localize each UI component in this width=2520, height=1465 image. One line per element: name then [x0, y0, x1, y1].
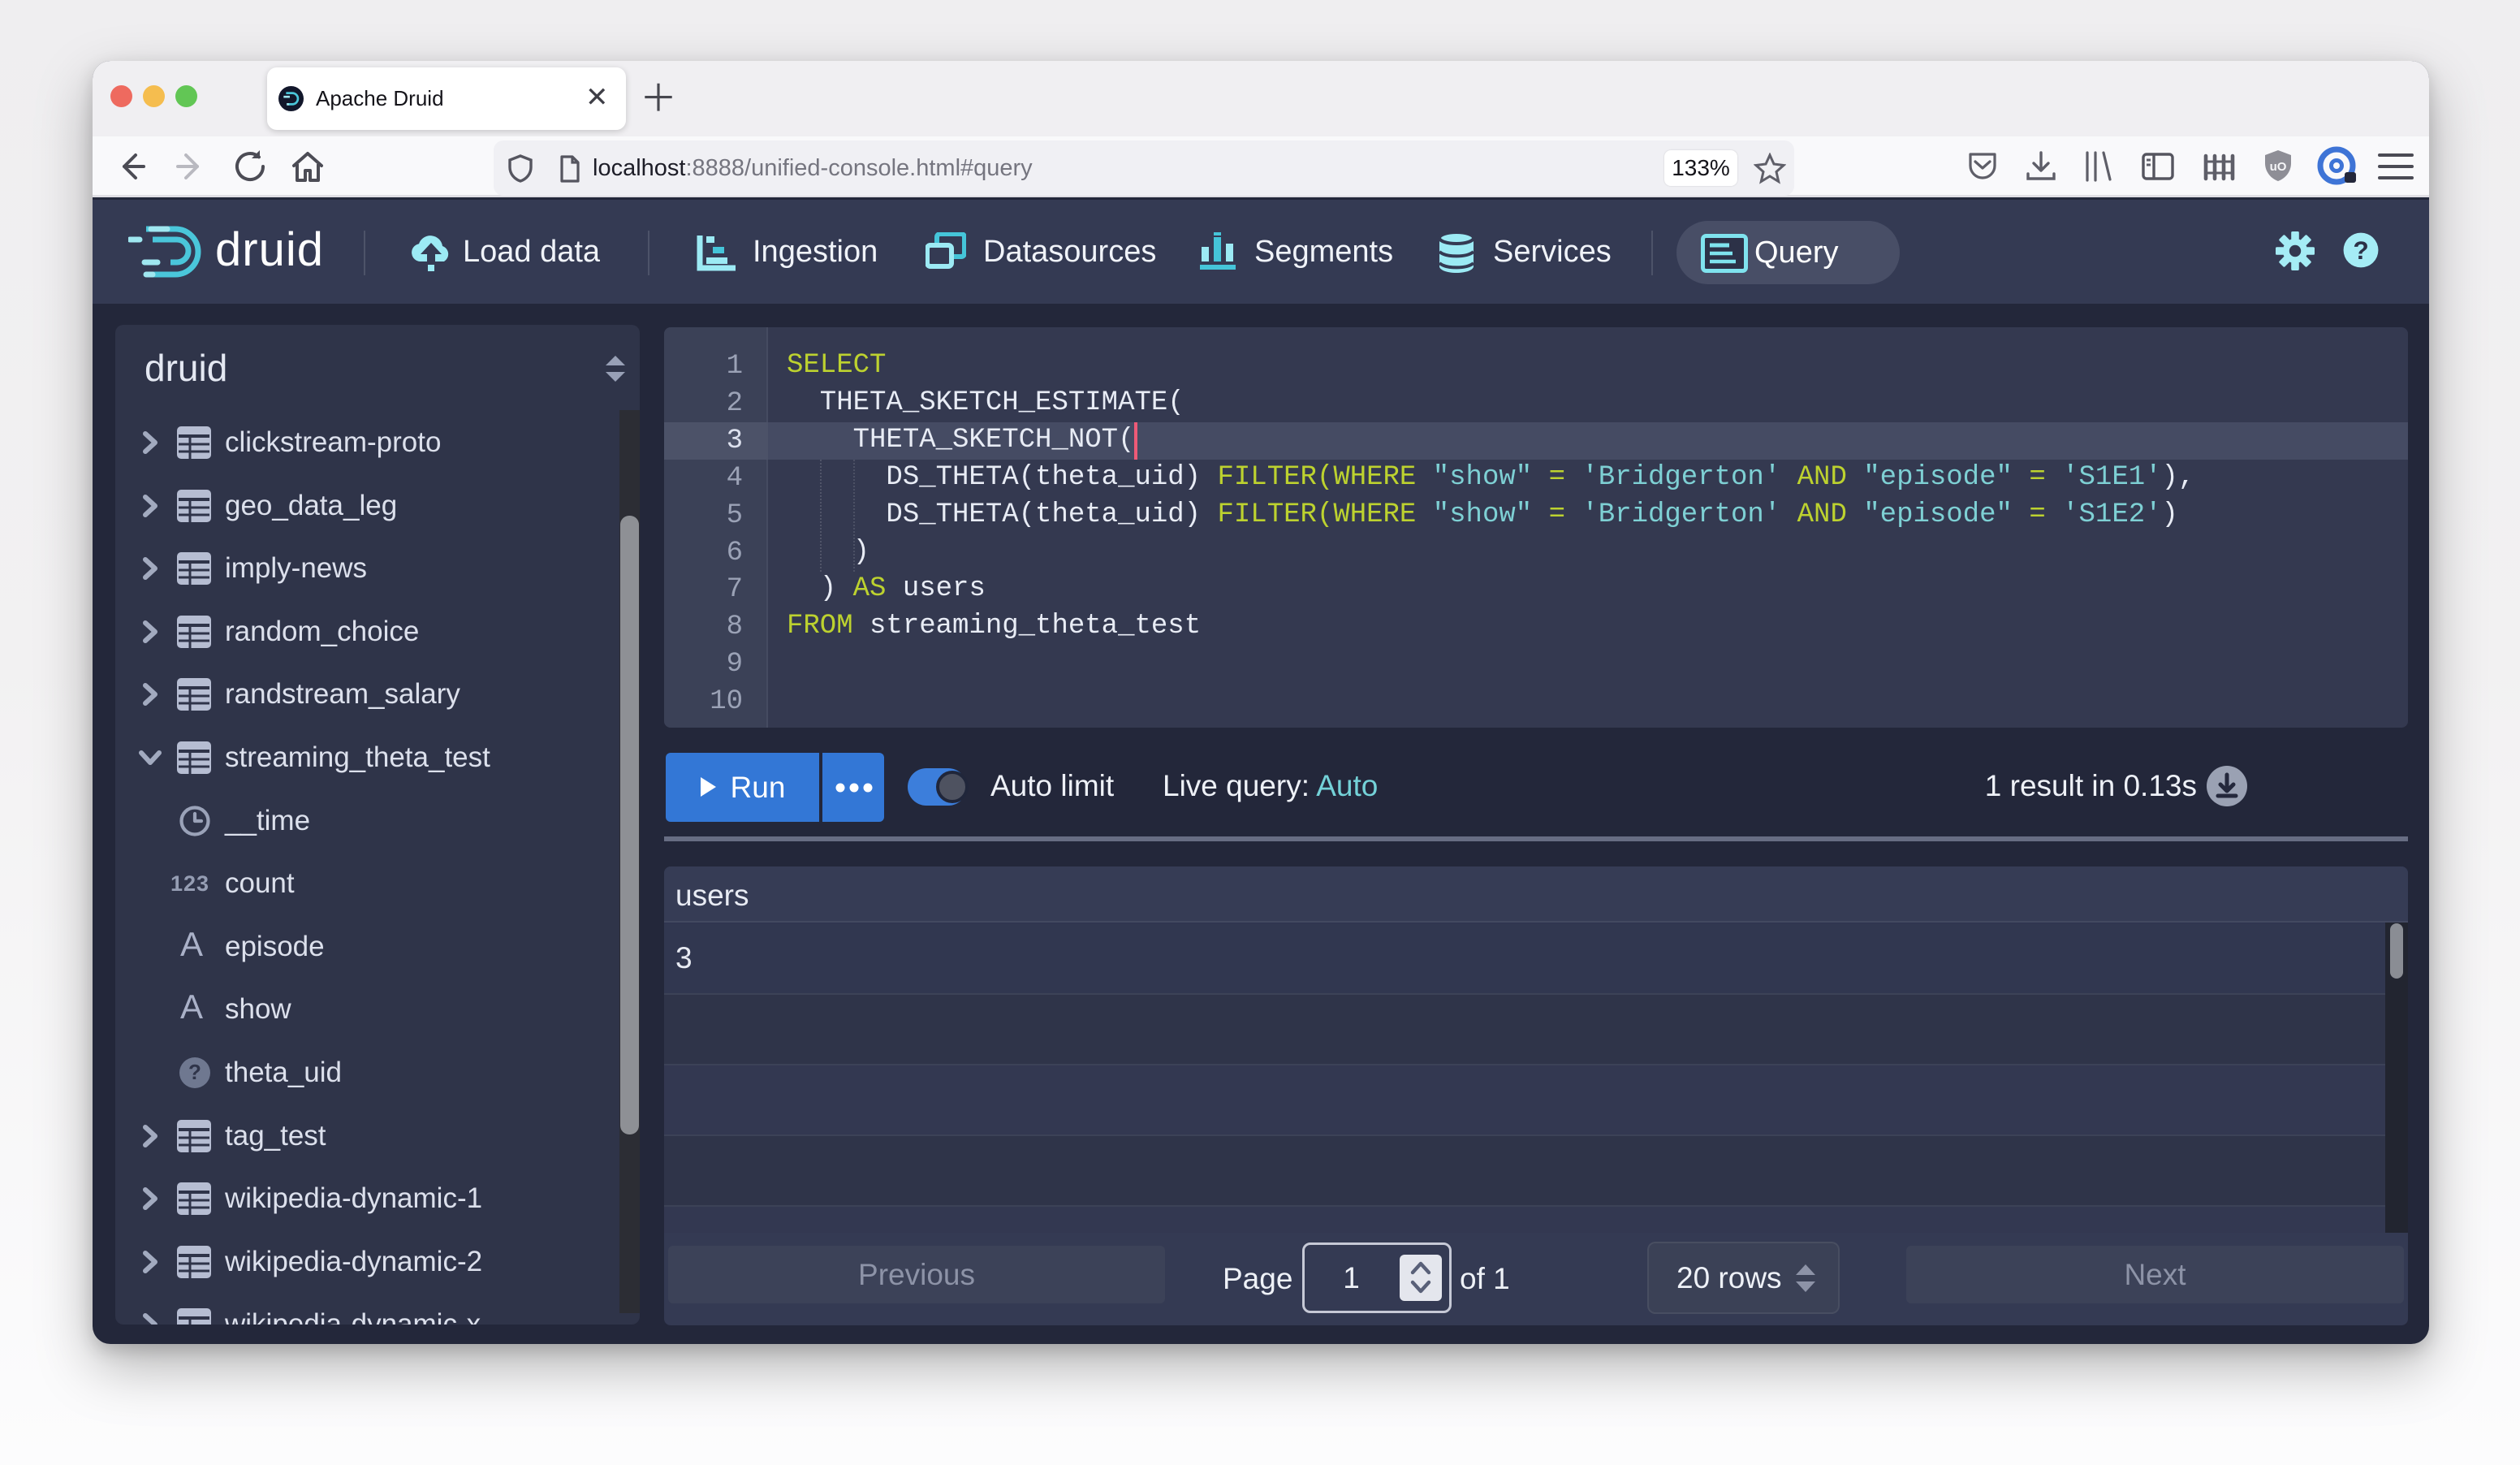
svg-text:?: ? [188, 1060, 201, 1084]
svg-text:?: ? [2353, 236, 2368, 265]
svg-text:uO: uO [2270, 160, 2287, 174]
